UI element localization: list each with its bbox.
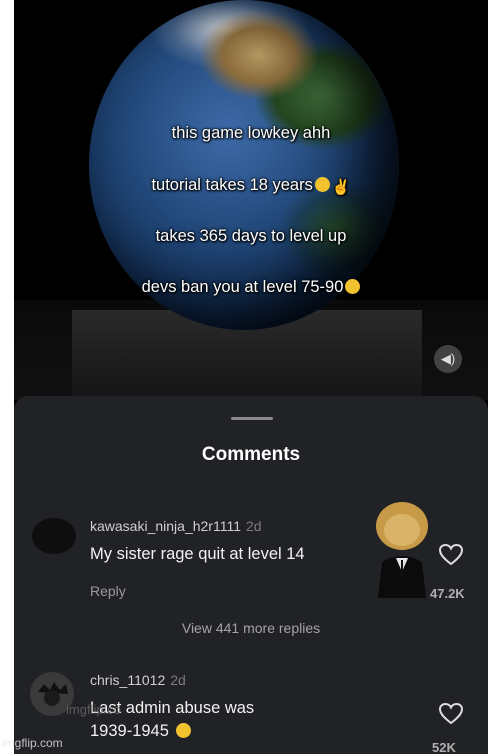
- caption-line-1: this game lowkey ahh: [171, 124, 331, 142]
- comment-text-line-2: 1939-1945: [90, 721, 191, 741]
- weary-emoji-icon: [345, 279, 361, 294]
- caption-line-3: takes 365 days to level up: [155, 227, 347, 245]
- avatar[interactable]: [32, 518, 76, 554]
- comment-username[interactable]: kawasaki_ninja_h2r1111 2d: [90, 518, 262, 534]
- drag-handle[interactable]: [231, 417, 273, 420]
- like-count: 52K: [432, 740, 456, 754]
- like-count: 47.2K: [430, 586, 465, 601]
- watermark-partial: imgflip.co: [66, 702, 121, 717]
- grimace-emoji-icon: [314, 177, 330, 192]
- suited-figure-image: [376, 502, 428, 598]
- comment-timestamp: 2d: [170, 672, 186, 688]
- comment-username[interactable]: chris_11012 2d: [90, 672, 186, 688]
- comment-text: My sister rage quit at level 14: [90, 545, 305, 563]
- volume-button[interactable]: ◀): [434, 345, 462, 373]
- video-player[interactable]: this game lowkey ahh tutorial takes 18 y…: [14, 0, 488, 400]
- speaker-icon: ◀): [440, 351, 456, 366]
- like-heart-icon[interactable]: [438, 543, 464, 567]
- video-frame: this game lowkey ahh tutorial takes 18 y…: [14, 0, 488, 754]
- peace-sign-emoji-icon: ✌: [331, 179, 351, 196]
- comment-timestamp: 2d: [246, 518, 262, 534]
- comments-title: Comments: [201, 444, 301, 465]
- comments-sheet: Comments kawasaki_ninja_h2r1111 2d My sis…: [14, 396, 488, 754]
- view-more-replies-button[interactable]: View 441 more replies: [14, 620, 488, 636]
- imgflip-watermark: imgflip.com: [2, 736, 63, 750]
- reply-button[interactable]: Reply: [90, 583, 126, 599]
- caption-line-2: tutorial takes 18 years ✌: [151, 176, 351, 196]
- caption-line-4: devs ban you at level 75-90: [14, 278, 488, 297]
- crying-emoji-icon: [175, 723, 191, 738]
- like-heart-icon[interactable]: [438, 702, 464, 726]
